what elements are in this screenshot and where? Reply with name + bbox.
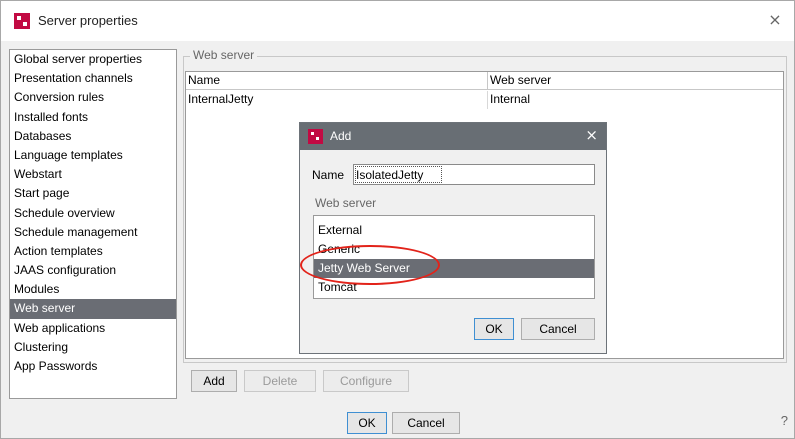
sidebar-item-web-server[interactable]: Web server xyxy=(10,299,176,319)
dialog-ok-button[interactable]: OK xyxy=(474,318,514,340)
help-icon[interactable]: ? xyxy=(781,413,788,428)
dialog-title: Add xyxy=(330,129,352,143)
app-logo-icon xyxy=(14,13,30,29)
sidebar-item-databases[interactable]: Databases xyxy=(10,127,176,146)
add-dialog: Add × Name Web server External Generic J… xyxy=(299,122,607,354)
name-label: Name xyxy=(312,168,345,182)
sidebar-item-global-server-properties[interactable]: Global server properties xyxy=(10,50,176,69)
sidebar-item-app-passwords[interactable]: App Passwords xyxy=(10,357,176,376)
table-row[interactable]: InternalJetty Internal xyxy=(186,91,783,109)
sidebar-item-jaas-configuration[interactable]: JAAS configuration xyxy=(10,261,176,280)
title-bar: Server properties × xyxy=(1,1,794,41)
configure-button[interactable]: Configure xyxy=(323,370,409,392)
sidebar-item-action-templates[interactable]: Action templates xyxy=(10,242,176,261)
cancel-button[interactable]: Cancel xyxy=(392,412,460,434)
sidebar-item-web-applications[interactable]: Web applications xyxy=(10,319,176,338)
table-cell-web-server: Internal xyxy=(490,92,531,106)
sidebar-item-conversion-rules[interactable]: Conversion rules xyxy=(10,88,176,107)
column-header-name[interactable]: Name xyxy=(186,72,488,90)
web-server-label: Web server xyxy=(315,196,377,210)
list-item-external[interactable]: External xyxy=(314,221,594,240)
sidebar-item-schedule-management[interactable]: Schedule management xyxy=(10,223,176,242)
sidebar-item-presentation-channels[interactable]: Presentation channels xyxy=(10,69,176,88)
table-header: Name Web server xyxy=(186,72,783,90)
delete-button[interactable]: Delete xyxy=(244,370,316,392)
sidebar-item-schedule-overview[interactable]: Schedule overview xyxy=(10,204,176,223)
group-title: Web server xyxy=(190,48,258,62)
dialog-title-bar: Add × xyxy=(300,123,606,150)
ok-button[interactable]: OK xyxy=(347,412,387,434)
sidebar-item-installed-fonts[interactable]: Installed fonts xyxy=(10,108,176,127)
close-icon[interactable]: × xyxy=(764,9,786,31)
sidebar-list: Global server properties Presentation ch… xyxy=(9,49,177,399)
column-header-web-server[interactable]: Web server xyxy=(488,72,783,90)
dialog-cancel-button[interactable]: Cancel xyxy=(521,318,595,340)
table-cell-name: InternalJetty xyxy=(186,91,488,109)
sidebar-item-clustering[interactable]: Clustering xyxy=(10,338,176,357)
dialog-logo-icon xyxy=(308,129,323,144)
dialog-close-icon[interactable]: × xyxy=(585,126,598,144)
name-input[interactable] xyxy=(353,164,595,185)
add-button[interactable]: Add xyxy=(191,370,237,392)
sidebar-item-modules[interactable]: Modules xyxy=(10,280,176,299)
sidebar-item-webstart[interactable]: Webstart xyxy=(10,165,176,184)
window-title: Server properties xyxy=(38,13,138,28)
sidebar-item-language-templates[interactable]: Language templates xyxy=(10,146,176,165)
sidebar-item-start-page[interactable]: Start page xyxy=(10,184,176,203)
highlight-annotation xyxy=(300,245,440,285)
